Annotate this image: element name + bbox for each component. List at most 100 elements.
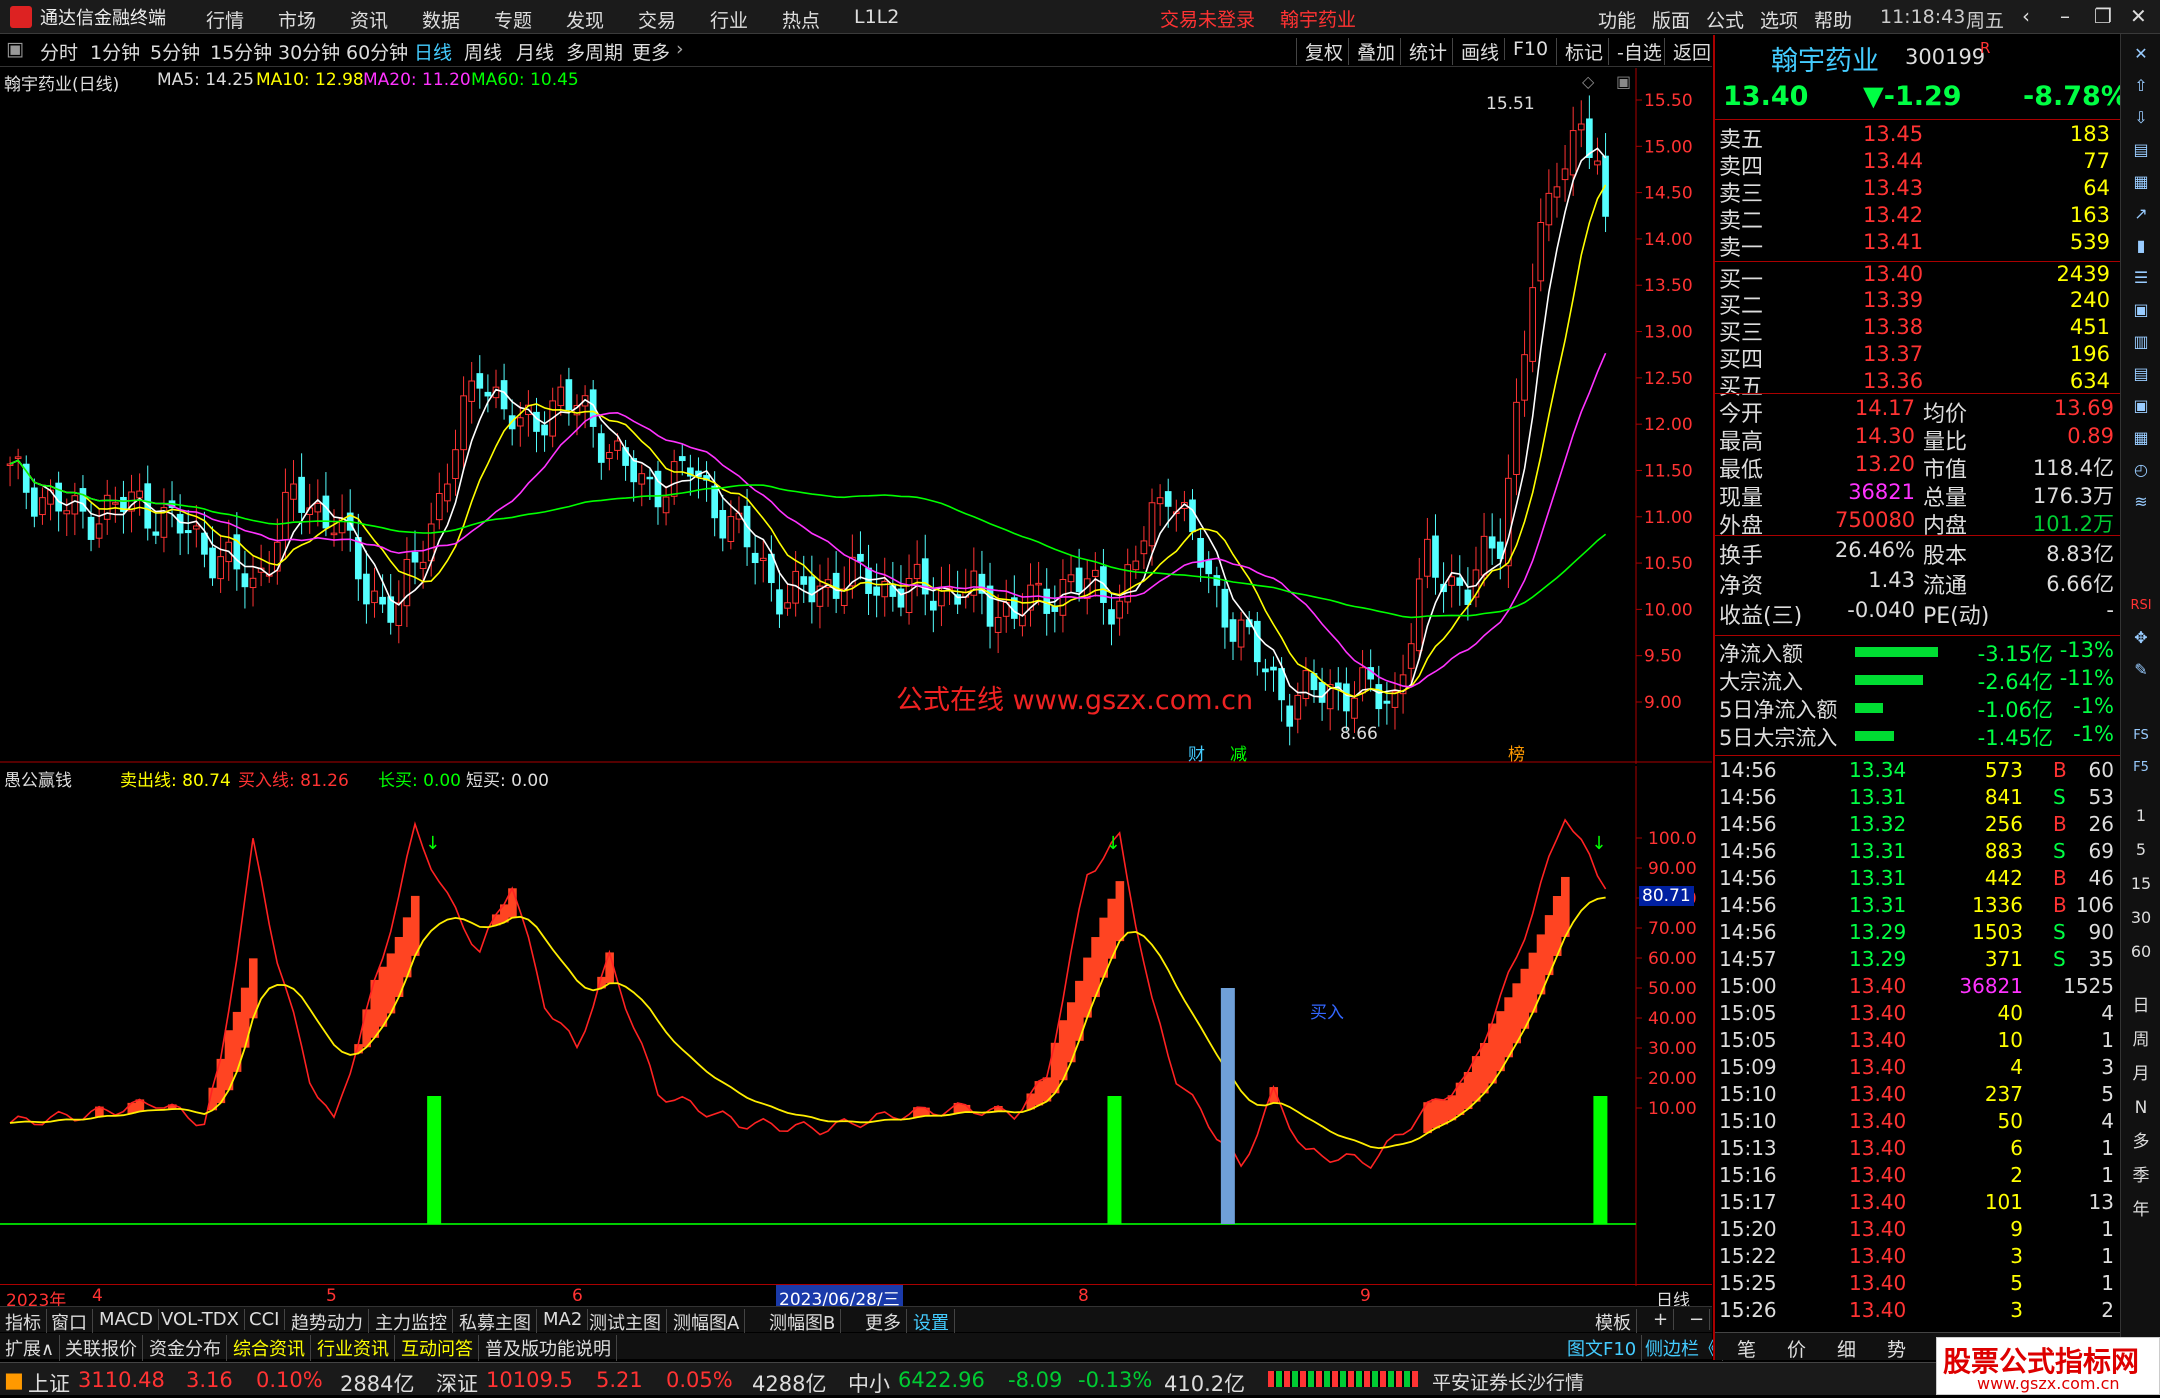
menu-item-shichang[interactable]: 市场 — [278, 6, 316, 33]
tab-ma2[interactable]: MA2 — [538, 1309, 589, 1330]
status-square-icon[interactable]: ■ — [4, 1368, 24, 1392]
tab-cefu-a[interactable]: 测幅图A — [668, 1309, 746, 1335]
menu-item-hangye[interactable]: 行业 — [710, 6, 748, 33]
tool-huaxian[interactable]: 画线 — [1452, 38, 1499, 65]
orderbook-row[interactable]: 买四 13.37 196 — [1715, 342, 2120, 373]
tab-ceshi[interactable]: 测试主图 — [584, 1309, 667, 1335]
tab-fund-dist[interactable]: 资金分布 — [144, 1335, 227, 1361]
event-mark-finance[interactable]: 财 — [1188, 740, 1205, 765]
side-period-60[interactable]: 60 — [2128, 940, 2154, 964]
period-5min[interactable]: 5分钟 — [150, 38, 200, 65]
tab-add[interactable]: + — [1648, 1309, 1675, 1330]
side-clock-icon[interactable]: ◴ — [2128, 458, 2154, 482]
tab-industry-news[interactable]: 行业资讯 — [312, 1335, 395, 1361]
menu-item-l1l2[interactable]: L1L2 — [854, 6, 899, 28]
tab-macd[interactable]: MACD — [94, 1309, 159, 1330]
tool-diejia[interactable]: 叠加 — [1348, 38, 1395, 65]
menu-item-banmian[interactable]: 版面 — [1652, 6, 1690, 33]
restore-icon[interactable]: ❐ — [2094, 4, 2112, 28]
tick-list[interactable]: 14:56 13.34 573 B 60 14:56 13.31 841 S 53 14:56 13.… — [1715, 755, 2120, 1325]
tab-shi[interactable]: 势 — [1887, 1335, 1906, 1362]
side-doc-icon[interactable]: ▤ — [2128, 138, 2154, 162]
side-period-5[interactable]: 5 — [2128, 838, 2154, 862]
tick-row[interactable]: 15:00 13.40 36821 1525 — [1715, 974, 2120, 1001]
tab-more[interactable]: 更多 — [860, 1309, 907, 1335]
menu-item-zhuanti[interactable]: 专题 — [494, 6, 532, 33]
tab-remove[interactable]: − — [1684, 1309, 1711, 1330]
tab-simu[interactable]: 私募主图 — [454, 1309, 537, 1335]
tab-related-quotes[interactable]: 关联报价 — [60, 1335, 143, 1361]
tab-zhuli[interactable]: 主力监控 — [370, 1309, 453, 1335]
side-bar-icon[interactable]: ▮ — [2128, 234, 2154, 258]
tab-edition-info[interactable]: 普及版功能说明 — [480, 1335, 617, 1361]
tick-row[interactable]: 15:05 13.40 10 1 — [1715, 1028, 2120, 1055]
sz-index-label[interactable]: 深证 — [436, 1368, 478, 1398]
tab-xi[interactable]: 细 — [1837, 1335, 1856, 1362]
side-fs-label[interactable]: FS — [2128, 724, 2154, 748]
period-fenshi[interactable]: 分时 — [40, 38, 78, 65]
menu-item-gongshi[interactable]: 公式 — [1706, 6, 1744, 33]
close-icon[interactable]: ✕ — [2130, 4, 2147, 28]
tab-vol-tdx[interactable]: VOL-TDX — [156, 1309, 245, 1330]
indicator-chart[interactable]: 100.090.0080.0070.0060.0050.0040.0030.00… — [0, 766, 1712, 1286]
tab-sidebar[interactable]: 侧边栏《 — [1640, 1335, 1723, 1361]
tick-row[interactable]: 14:57 13.29 371 S 35 — [1715, 947, 2120, 974]
menu-item-xuanxiang[interactable]: 选项 — [1760, 6, 1798, 33]
side-close-panel-icon[interactable]: ✕ — [2128, 42, 2154, 66]
event-mark-rank[interactable]: 榜 — [1508, 740, 1525, 765]
tick-row[interactable]: 15:25 13.40 5 1 — [1715, 1271, 2120, 1298]
period-30min[interactable]: 30分钟 — [278, 38, 340, 65]
tool-fanhui[interactable]: 返回 — [1664, 38, 1711, 65]
orderbook-row[interactable]: 卖四 13.44 77 — [1715, 149, 2120, 180]
tab-chuangkou[interactable]: 窗口 — [46, 1309, 93, 1335]
period-monthly[interactable]: 月线 — [516, 38, 554, 65]
price-chart-area[interactable]: 15.50 15.00 14.50 14.00 13.50 13.00 12.50 12.00… — [0, 68, 1712, 765]
tick-row[interactable]: 14:56 13.31 442 B 46 — [1715, 866, 2120, 893]
menu-item-gongneng[interactable]: 功能 — [1598, 6, 1636, 33]
period-more[interactable]: 更多 — [632, 38, 670, 65]
orderbook-row[interactable]: 卖一 13.41 539 — [1715, 230, 2120, 261]
tab-cefu-b[interactable]: 测幅图B — [764, 1309, 842, 1335]
tab-settings[interactable]: 设置 — [908, 1309, 955, 1335]
menu-item-jiaoyi[interactable]: 交易 — [638, 6, 676, 33]
period-weekly[interactable]: 周线 — [464, 38, 502, 65]
tick-row[interactable]: 15:09 13.40 4 3 — [1715, 1055, 2120, 1082]
orderbook-row[interactable]: 买一 13.40 2439 — [1715, 261, 2120, 293]
side-period-cn[interactable]: 月 — [2128, 1062, 2154, 1086]
maximize-chart-icon[interactable]: ▣ — [1616, 72, 1631, 91]
toggle-panel-icon[interactable]: ▣ — [6, 38, 24, 60]
side-flow-icon[interactable]: ≋ — [2128, 490, 2154, 514]
tick-row[interactable]: 15:10 13.40 237 5 — [1715, 1082, 2120, 1109]
tab-cci[interactable]: CCI — [244, 1309, 286, 1330]
tab-expand[interactable]: 扩展∧ — [0, 1335, 61, 1361]
side-move-icon[interactable]: ✥ — [2128, 626, 2154, 650]
side-period-cn[interactable]: N — [2128, 1096, 2154, 1120]
side-period-cn[interactable]: 多 — [2128, 1130, 2154, 1154]
orderbook-row[interactable]: 买二 13.39 240 — [1715, 288, 2120, 319]
tab-jia[interactable]: 价 — [1787, 1335, 1806, 1362]
trade-login-status[interactable]: 交易未登录 — [1160, 5, 1255, 32]
settings-diamond-icon[interactable]: ◇ — [1582, 72, 1594, 91]
side-period-15[interactable]: 15 — [2128, 872, 2154, 896]
side-period-1[interactable]: 1 — [2128, 804, 2154, 828]
tick-row[interactable]: 14:56 13.31 841 S 53 — [1715, 785, 2120, 812]
side-grid-icon[interactable]: ▦ — [2128, 170, 2154, 194]
menu-item-redian[interactable]: 热点 — [782, 6, 820, 33]
tab-qa[interactable]: 互动问答 — [396, 1335, 479, 1361]
orderbook-row[interactable]: 买三 13.38 451 — [1715, 315, 2120, 346]
side-period-cn[interactable]: 日 — [2128, 994, 2154, 1018]
side-table-icon[interactable]: ▥ — [2128, 330, 2154, 354]
side-rsi-label[interactable]: RSI — [2128, 594, 2154, 618]
minimize-icon[interactable]: – — [2060, 4, 2070, 28]
side-chart-line-icon[interactable]: ↗ — [2128, 202, 2154, 226]
side-period-30[interactable]: 30 — [2128, 906, 2154, 930]
side-list-icon[interactable]: ☰ — [2128, 266, 2154, 290]
period-daily[interactable]: 日线 — [414, 38, 452, 65]
tick-row[interactable]: 15:17 13.40 101 13 — [1715, 1190, 2120, 1217]
tick-row[interactable]: 15:20 13.40 9 1 — [1715, 1217, 2120, 1244]
indicator-name[interactable]: 愚公赢钱 — [4, 766, 72, 791]
menu-item-hangqing[interactable]: 行情 — [206, 6, 244, 33]
zx-index-label[interactable]: 中小 — [848, 1368, 890, 1398]
tool-fuquan[interactable]: 复权 — [1296, 38, 1343, 65]
tab-qushi[interactable]: 趋势动力 — [286, 1309, 369, 1335]
